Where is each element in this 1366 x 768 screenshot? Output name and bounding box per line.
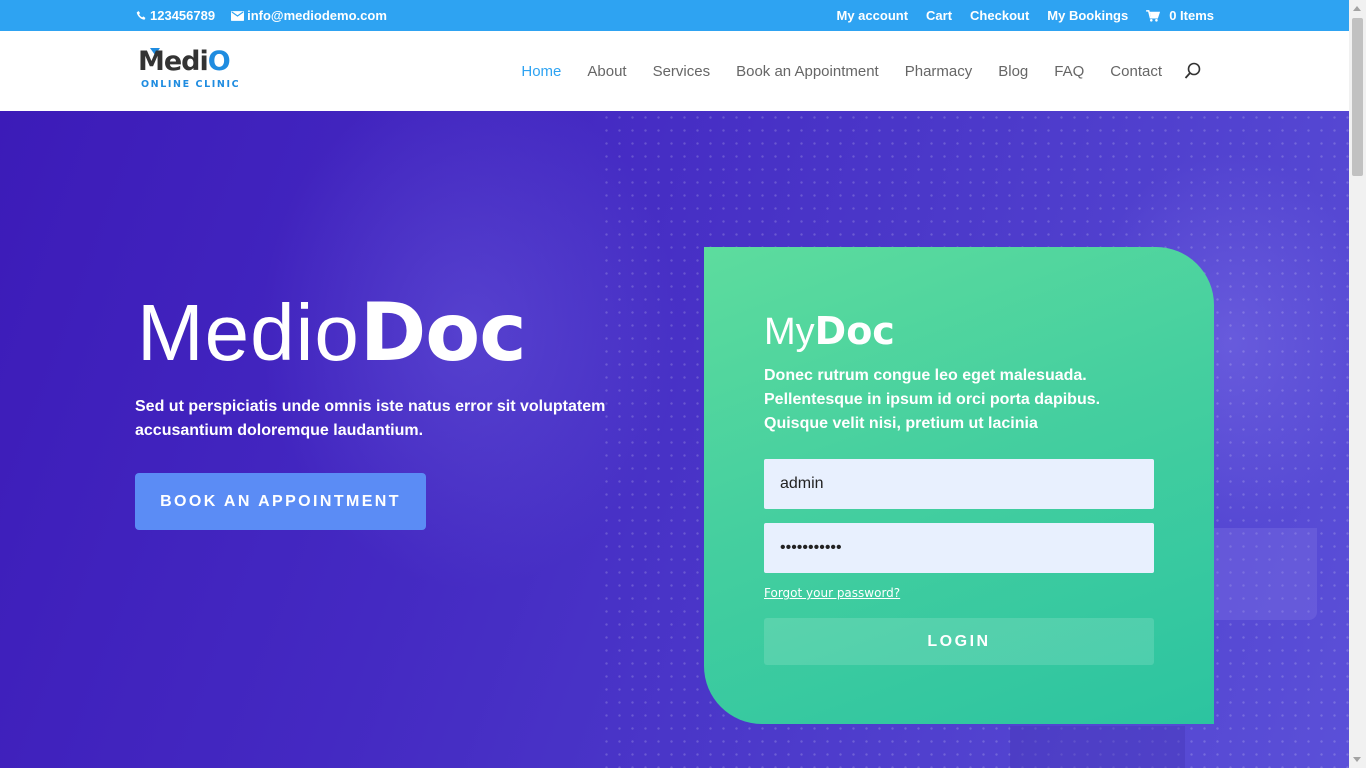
hero-background-rect bbox=[1010, 726, 1185, 768]
nav-faq[interactable]: FAQ bbox=[1054, 63, 1084, 80]
search-icon[interactable] bbox=[1184, 62, 1202, 80]
top-bar-links: My account Cart Checkout My Bookings 0 I… bbox=[819, 8, 1214, 23]
login-card-description: Donec rutrum congue leo eget malesuada. … bbox=[764, 367, 1101, 432]
hero-subtitle: Sed ut perspiciatis unde omnis iste natu… bbox=[135, 398, 606, 439]
hero-section: MedioDoc Sed ut perspiciatis unde omnis … bbox=[0, 111, 1349, 768]
nav-book-appointment[interactable]: Book an Appointment bbox=[736, 63, 879, 80]
main-nav: Home About Services Book an Appointment … bbox=[495, 62, 1202, 80]
top-bar-contact: 123456789 info@mediodemo.com bbox=[136, 8, 403, 23]
cart-count: 0 Items bbox=[1169, 8, 1214, 23]
login-button[interactable]: LOGIN bbox=[764, 618, 1154, 665]
nav-contact[interactable]: Contact bbox=[1110, 63, 1162, 80]
scroll-down-icon[interactable] bbox=[1353, 757, 1361, 762]
book-appointment-button[interactable]: BOOK AN APPOINTMENT bbox=[135, 473, 426, 530]
nav-home[interactable]: Home bbox=[521, 63, 561, 80]
password-input[interactable] bbox=[764, 523, 1154, 573]
scroll-up-icon[interactable] bbox=[1353, 6, 1361, 11]
checkout-link[interactable]: Checkout bbox=[970, 8, 1029, 23]
email-address: info@mediodemo.com bbox=[247, 8, 387, 23]
scrollbar-thumb[interactable] bbox=[1352, 18, 1363, 176]
nav-blog[interactable]: Blog bbox=[998, 63, 1028, 80]
shopping-cart-icon bbox=[1146, 9, 1161, 22]
login-card: MyDoc Donec rutrum congue leo eget males… bbox=[704, 247, 1214, 724]
login-card-title: MyDoc bbox=[764, 309, 895, 353]
forgot-password-link[interactable]: Forgot your password? bbox=[764, 586, 900, 600]
envelope-icon bbox=[231, 10, 245, 21]
nav-pharmacy[interactable]: Pharmacy bbox=[905, 63, 973, 80]
my-bookings-link[interactable]: My Bookings bbox=[1047, 8, 1128, 23]
email-contact[interactable]: info@mediodemo.com bbox=[231, 8, 387, 23]
site-logo[interactable]: MediO ONLINE CLINIC bbox=[138, 47, 242, 95]
my-account-link[interactable]: My account bbox=[837, 8, 909, 23]
username-input[interactable] bbox=[764, 459, 1154, 509]
phone-number: 123456789 bbox=[150, 8, 216, 23]
top-bar: 123456789 info@mediodemo.com My account … bbox=[0, 0, 1349, 31]
site-header: MediO ONLINE CLINIC Home About Services … bbox=[0, 31, 1349, 111]
logo-wordmark: MediO bbox=[138, 46, 231, 77]
phone-icon bbox=[136, 11, 146, 20]
cart-items-link[interactable]: 0 Items bbox=[1146, 8, 1214, 23]
cart-link[interactable]: Cart bbox=[926, 8, 952, 23]
logo-tagline: ONLINE CLINIC bbox=[141, 79, 241, 90]
page-scrollbar[interactable] bbox=[1349, 0, 1366, 768]
nav-services[interactable]: Services bbox=[653, 63, 711, 80]
hero-title: MedioDoc bbox=[137, 286, 527, 379]
phone-contact[interactable]: 123456789 bbox=[136, 8, 215, 23]
nav-about[interactable]: About bbox=[587, 63, 626, 80]
